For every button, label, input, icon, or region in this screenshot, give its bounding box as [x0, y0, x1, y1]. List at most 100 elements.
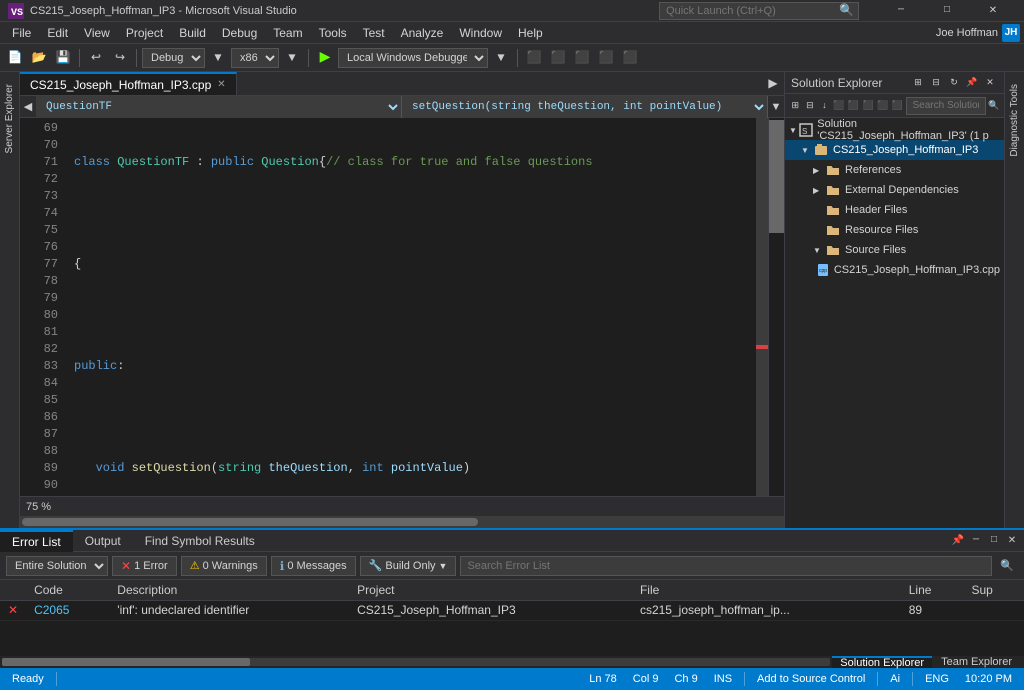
filter-scope-dropdown[interactable]: Entire Solution — [6, 556, 108, 576]
col-sup[interactable]: Sup — [963, 580, 1024, 600]
bottom-pin-btn[interactable]: 📌 — [950, 533, 966, 549]
diagnostic-tab[interactable]: Diagnostic Tools — [1006, 76, 1023, 165]
menu-build[interactable]: Build — [171, 22, 214, 44]
col-description[interactable]: Description — [109, 580, 349, 600]
messages-filter-btn[interactable]: ℹ 0 Messages — [271, 556, 356, 576]
tb-btn4[interactable]: ⬛ — [595, 47, 617, 69]
team-explorer-panel-tab[interactable]: Team Explorer — [933, 656, 1020, 668]
se-tb1[interactable]: ⊞ — [789, 95, 802, 117]
tree-source-files[interactable]: ▼ Source Files — [785, 240, 1004, 260]
menu-test[interactable]: Test — [355, 22, 393, 44]
close-button[interactable]: ✕ — [970, 0, 1016, 22]
tab-scroll-right[interactable]: ▶ — [762, 72, 784, 94]
tb-btn1[interactable]: ⬛ — [523, 47, 545, 69]
col-line[interactable]: Line — [901, 580, 964, 600]
status-source-control[interactable]: Add to Source Control — [753, 673, 869, 685]
restore-button[interactable]: □ — [924, 0, 970, 22]
tb-btn2[interactable]: ⬛ — [547, 47, 569, 69]
se-search-input[interactable] — [906, 97, 986, 115]
class-dropdown[interactable]: QuestionTF — [36, 96, 402, 118]
platform-arrow[interactable]: ▼ — [281, 47, 303, 69]
scroll-track[interactable] — [768, 118, 784, 496]
error-list-tab[interactable]: Error List — [0, 530, 73, 552]
open-btn[interactable]: 📂 — [28, 47, 50, 69]
code-text[interactable]: class QuestionTF : public Question{// cl… — [66, 118, 756, 496]
minimize-button[interactable]: ─ — [878, 0, 924, 22]
scroll-thumb[interactable] — [769, 120, 784, 233]
bottom-scroll-track[interactable] — [2, 658, 830, 666]
menu-window[interactable]: Window — [451, 22, 510, 44]
config-dropdown[interactable]: Debug — [142, 48, 205, 68]
h-scrollbar-thumb[interactable] — [22, 518, 478, 526]
new-project-btn[interactable]: 📄 — [4, 47, 26, 69]
tb-btn5[interactable]: ⬛ — [619, 47, 641, 69]
tree-solution[interactable]: ▼ S Solution 'CS215_Joseph_Hoffman_IP3' … — [785, 120, 1004, 140]
tree-header-files[interactable]: Header Files — [785, 200, 1004, 220]
tree-resource-files[interactable]: Resource Files — [785, 220, 1004, 240]
se-tb8[interactable]: ⬛ — [891, 95, 904, 117]
bottom-max-btn[interactable]: □ — [986, 533, 1002, 549]
se-tb4[interactable]: ⬛ — [833, 95, 846, 117]
se-pin-btn[interactable]: 📌 — [964, 75, 980, 91]
se-tb3[interactable]: ↓ — [818, 95, 831, 117]
menu-edit[interactable]: Edit — [39, 22, 76, 44]
se-close-btn[interactable]: ✕ — [982, 75, 998, 91]
se-btn1[interactable]: ⊞ — [910, 75, 926, 91]
status-ai[interactable]: Ai — [886, 673, 904, 685]
undo-btn[interactable]: ↩ — [85, 47, 107, 69]
menu-debug[interactable]: Debug — [214, 22, 265, 44]
build-filter-btn[interactable]: 🔧 Build Only ▼ — [360, 556, 457, 576]
debugger-arrow[interactable]: ▼ — [490, 47, 512, 69]
menu-team[interactable]: Team — [265, 22, 310, 44]
active-tab[interactable]: CS215_Joseph_Hoffman_IP3.cpp ✕ — [20, 72, 237, 95]
menu-help[interactable]: Help — [510, 22, 551, 44]
col-code[interactable]: Code — [26, 580, 109, 600]
tree-references[interactable]: ▶ References — [785, 160, 1004, 180]
se-tb6[interactable]: ⬛ — [862, 95, 875, 117]
status-col[interactable]: Col 9 — [629, 673, 663, 685]
se-tb7[interactable]: ⬛ — [876, 95, 889, 117]
save-btn[interactable]: 💾 — [52, 47, 74, 69]
server-explorer-tab[interactable]: Server Explorer — [1, 76, 18, 161]
col-file[interactable]: File — [632, 580, 901, 600]
output-tab[interactable]: Output — [73, 530, 133, 552]
warnings-filter-btn[interactable]: ⚠ 0 Warnings — [181, 556, 267, 576]
menu-file[interactable]: File — [4, 22, 39, 44]
tab-close-btn[interactable]: ✕ — [217, 79, 225, 90]
nav-right-btn[interactable]: ▼ — [768, 96, 784, 118]
tree-external-deps[interactable]: ▶ External Dependencies — [785, 180, 1004, 200]
status-ch[interactable]: Ch 9 — [670, 673, 701, 685]
find-symbol-tab[interactable]: Find Symbol Results — [133, 530, 267, 552]
menu-project[interactable]: Project — [118, 22, 171, 44]
status-ins[interactable]: INS — [710, 673, 736, 685]
platform-dropdown[interactable]: x86 — [231, 48, 279, 68]
tb-btn3[interactable]: ⬛ — [571, 47, 593, 69]
nav-left-btn[interactable]: ◀ — [20, 96, 36, 118]
h-scrollbar[interactable] — [20, 516, 784, 528]
tree-cpp-file[interactable]: cpp CS215_Joseph_Hoffman_IP3.cpp — [785, 260, 1004, 280]
se-btn3[interactable]: ↻ — [946, 75, 962, 91]
debugger-dropdown[interactable]: Local Windows Debugger — [338, 48, 488, 68]
redo-btn[interactable]: ↪ — [109, 47, 131, 69]
menu-view[interactable]: View — [76, 22, 118, 44]
bottom-scroll-thumb[interactable] — [2, 658, 250, 666]
errors-filter-btn[interactable]: ✕ 1 Error — [112, 556, 177, 576]
tree-project[interactable]: ▼ CS215_Joseph_Hoffman_IP3 — [785, 140, 1004, 160]
se-tb5[interactable]: ⬛ — [847, 95, 860, 117]
method-dropdown[interactable]: setQuestion(string theQuestion, int poin… — [402, 96, 768, 118]
config-arrow[interactable]: ▼ — [207, 47, 229, 69]
error-row-0[interactable]: ✕ C2065 'inf': undeclared identifier CS2… — [0, 600, 1024, 620]
menu-analyze[interactable]: Analyze — [393, 22, 452, 44]
solution-explorer-panel-tab[interactable]: Solution Explorer — [832, 656, 932, 668]
menu-tools[interactable]: Tools — [311, 22, 355, 44]
col-project[interactable]: Project — [349, 580, 632, 600]
se-btn2[interactable]: ⊟ — [928, 75, 944, 91]
status-ready[interactable]: Ready — [8, 673, 48, 685]
bottom-min-btn[interactable]: ─ — [968, 533, 984, 549]
start-debug-btn[interactable]: ▶ — [314, 47, 336, 69]
error-search-input[interactable] — [460, 556, 992, 576]
status-ln[interactable]: Ln 78 — [585, 673, 621, 685]
bottom-close-btn[interactable]: ✕ — [1004, 533, 1020, 549]
error-search-btn[interactable]: 🔍 — [996, 555, 1018, 577]
se-tb2[interactable]: ⊟ — [804, 95, 817, 117]
